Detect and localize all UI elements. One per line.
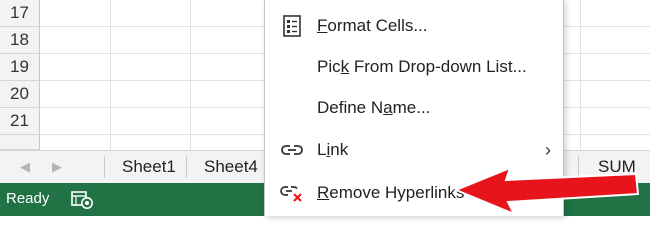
row-header-20[interactable]: 20 bbox=[0, 81, 40, 108]
accessibility-check-icon[interactable] bbox=[70, 189, 96, 216]
menu-item-format-cells[interactable]: Format Cells... bbox=[265, 6, 563, 46]
menu-label-define-name: Define Name... bbox=[317, 98, 431, 117]
row-header-19[interactable]: 19 bbox=[0, 54, 40, 81]
column-gridline bbox=[190, 0, 191, 150]
annotation-arrow-icon bbox=[453, 166, 640, 216]
format-cells-icon bbox=[279, 13, 305, 39]
column-gridline bbox=[580, 0, 581, 150]
chevron-right-icon: › bbox=[545, 139, 551, 160]
scroll-right-icon[interactable]: ▶ bbox=[52, 159, 62, 175]
menu-label-pick-from-list: Pick From Drop-down List... bbox=[317, 57, 527, 76]
sheet-tab-sheet1[interactable]: Sheet1 bbox=[104, 151, 194, 183]
menu-label-format-cells: Format Cells... bbox=[317, 16, 428, 35]
row-header-18[interactable]: 18 bbox=[0, 27, 40, 54]
menu-item-define-name[interactable]: Define Name... bbox=[265, 88, 563, 128]
menu-label-link: Link bbox=[317, 140, 349, 159]
row-header-partial bbox=[0, 135, 40, 150]
menu-item-pick-from-list[interactable]: Pick From Drop-down List... bbox=[265, 47, 563, 87]
row-header-21[interactable]: 21 bbox=[0, 108, 40, 135]
sheet-tab-sheet4[interactable]: Sheet4 bbox=[186, 151, 276, 183]
remove-hyperlink-icon bbox=[279, 180, 305, 206]
link-icon bbox=[279, 137, 305, 163]
menu-label-remove-hyperlinks: Remove Hyperlinks bbox=[317, 183, 465, 202]
status-ready-label: Ready bbox=[6, 190, 50, 207]
column-gridline bbox=[110, 0, 111, 150]
row-header-17[interactable]: 17 bbox=[0, 0, 40, 27]
scroll-left-icon[interactable]: ◀ bbox=[20, 159, 30, 175]
